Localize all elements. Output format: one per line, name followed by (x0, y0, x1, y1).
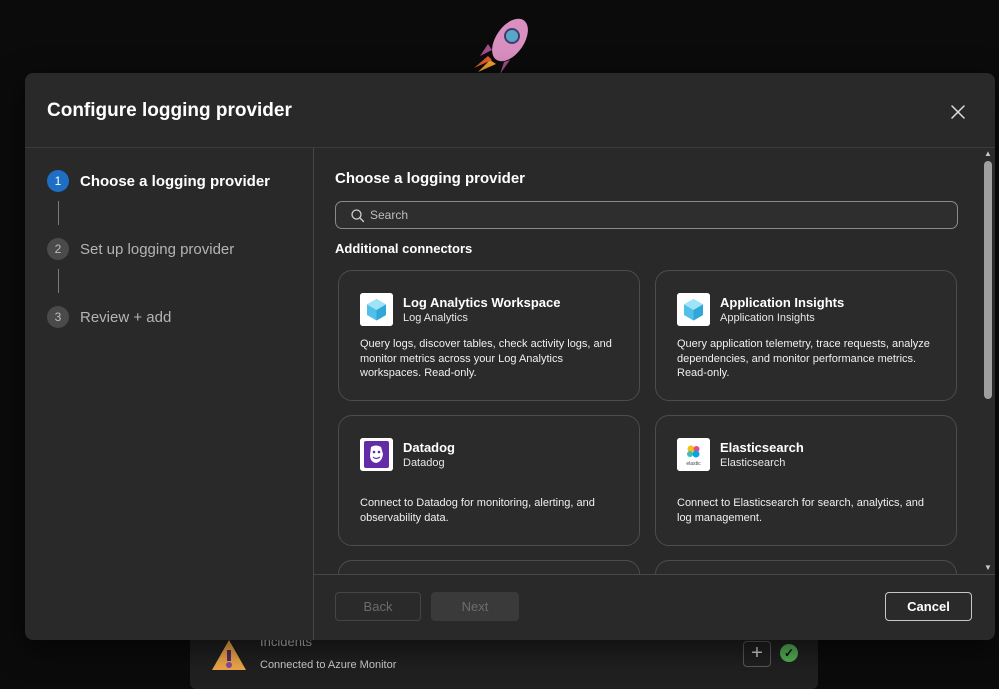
connector-subtitle: Log Analytics (403, 312, 468, 324)
next-button[interactable]: Next (431, 592, 519, 621)
vertical-scrollbar[interactable]: ▲ ▼ (981, 148, 995, 574)
back-button[interactable]: Back (335, 592, 421, 621)
close-icon[interactable] (947, 101, 969, 123)
search-box[interactable] (335, 201, 958, 229)
connector-description: Query logs, discover tables, check activ… (360, 338, 612, 379)
connector-card-partial[interactable] (655, 560, 957, 574)
background-item-subtitle: Connected to Azure Monitor (260, 659, 397, 671)
elastic-wordmark: elastic (686, 461, 701, 467)
application-insights-icon (677, 293, 710, 326)
step-label: Set up logging provider (80, 240, 235, 258)
dialog-title: Configure logging provider (47, 100, 292, 121)
connector-card-elasticsearch[interactable]: elastic Elasticsearch Elasticsearch Conn… (655, 415, 957, 546)
footer-divider (314, 574, 995, 575)
connector-card-log-analytics[interactable]: Log Analytics Workspace Log Analytics Qu… (338, 270, 640, 401)
background-add-button[interactable]: + (743, 641, 771, 667)
connector-name: Datadog (403, 440, 455, 455)
connector-description: Connect to Datadog for monitoring, alert… (360, 497, 595, 524)
step-review-add[interactable]: 3 Review + add (47, 306, 171, 328)
connector-name: Application Insights (720, 295, 845, 310)
connector-card-partial[interactable] (338, 560, 640, 574)
step-label: Review + add (80, 308, 172, 326)
connector-name: Elasticsearch (720, 440, 804, 455)
content-title: Choose a logging provider (335, 170, 526, 187)
step-number: 1 (47, 170, 69, 192)
datadog-icon (360, 438, 393, 471)
scroll-thumb[interactable] (984, 161, 992, 399)
connector-card-datadog[interactable]: Datadog Datadog Connect to Datadog for m… (338, 415, 640, 546)
connector-description: Connect to Elasticsearch for search, ana… (677, 497, 925, 524)
step-connector (58, 201, 59, 225)
wizard-steps: 1 Choose a logging provider 2 Set up log… (25, 148, 313, 640)
cancel-button[interactable]: Cancel (885, 592, 972, 621)
step-label: Choose a logging provider (80, 172, 271, 190)
step-connector (58, 269, 59, 293)
step-setup-provider[interactable]: 2 Set up logging provider (47, 238, 234, 260)
elasticsearch-icon: elastic (677, 438, 710, 471)
connector-description: Query application telemetry, trace reque… (677, 338, 930, 379)
connector-subtitle: Application Insights (720, 312, 815, 324)
scroll-up-icon[interactable]: ▲ (984, 150, 992, 158)
provider-list-pane: Choose a logging provider Additional con… (314, 148, 995, 574)
warning-icon (210, 638, 248, 672)
step-choose-provider[interactable]: 1 Choose a logging provider (47, 170, 270, 192)
connector-subtitle: Datadog (403, 457, 445, 469)
scroll-down-icon[interactable]: ▼ (984, 564, 992, 572)
step-number: 2 (47, 238, 69, 260)
log-analytics-icon (360, 293, 393, 326)
section-label: Additional connectors (335, 241, 473, 256)
connector-name: Log Analytics Workspace (403, 295, 561, 310)
search-input[interactable] (370, 205, 940, 225)
connector-subtitle: Elasticsearch (720, 457, 786, 469)
rocket-illustration (470, 10, 540, 76)
connected-check-icon: ✓ (780, 644, 798, 662)
search-icon (350, 208, 365, 223)
configure-logging-dialog: Configure logging provider 1 Choose a lo… (25, 73, 995, 640)
step-number: 3 (47, 306, 69, 328)
connector-card-application-insights[interactable]: Application Insights Application Insight… (655, 270, 957, 401)
